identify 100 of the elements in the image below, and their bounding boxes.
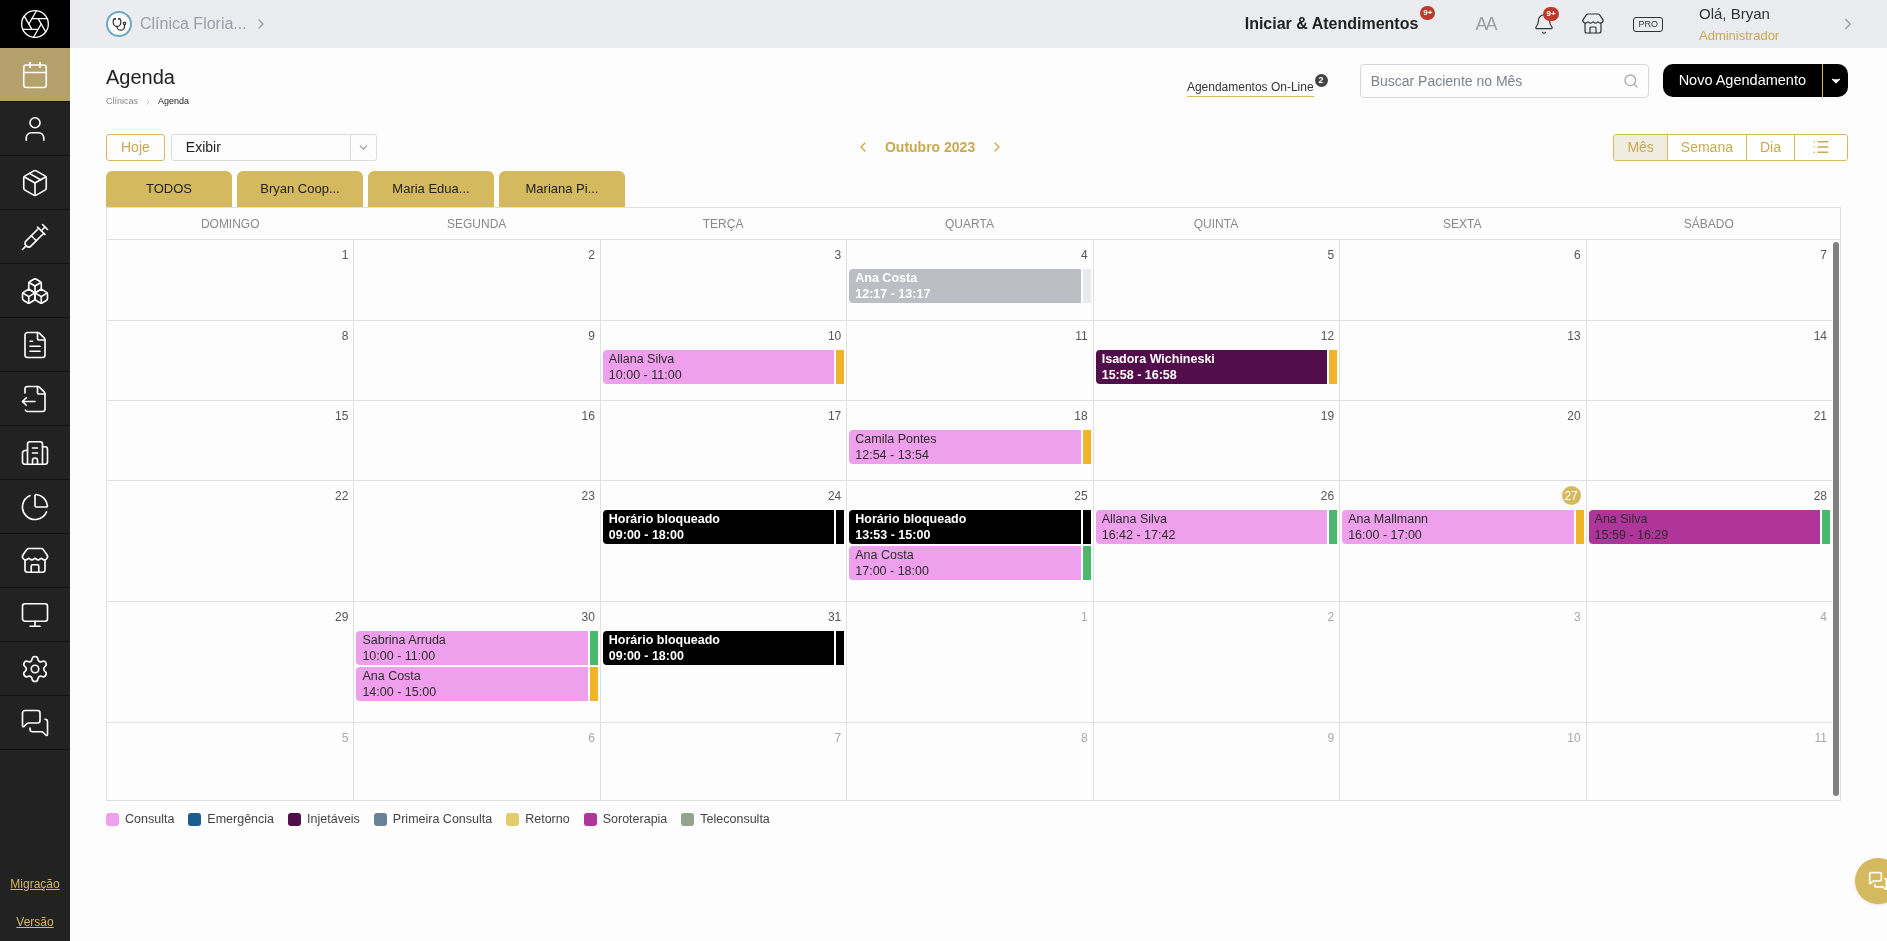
pie-chart-icon bbox=[20, 491, 50, 522]
appointment-title: Ana Costa bbox=[855, 547, 915, 563]
legend-label: Retorno bbox=[525, 811, 570, 828]
day-number: 6 bbox=[1573, 246, 1581, 264]
breadcrumb-item: Agenda bbox=[158, 95, 190, 108]
appointment-card[interactable]: Horário bloqueado 09:00 - 18:00 bbox=[602, 510, 845, 544]
clinic-logo-icon bbox=[106, 11, 132, 37]
appointment-time: 12:17 - 13:17 bbox=[855, 286, 932, 302]
sidebar-link[interactable]: Versão bbox=[16, 913, 54, 931]
day-number: 28 bbox=[1813, 487, 1827, 505]
appointment-card[interactable]: Sabrina Arruda 10:00 - 11:00 bbox=[356, 631, 598, 665]
day-number: 10 bbox=[1567, 729, 1581, 747]
day-number: 22 bbox=[335, 487, 349, 505]
day-number: 1 bbox=[341, 246, 349, 264]
day-number: 18 bbox=[1074, 407, 1088, 425]
appointment-time: 16:00 - 17:00 bbox=[1348, 527, 1423, 543]
appointment-card[interactable]: Ana Costa 14:00 - 15:00 bbox=[356, 667, 598, 701]
weekday-header: QUARTA bbox=[945, 215, 994, 233]
day-number: 8 bbox=[341, 327, 349, 345]
notification-badge: 9+ bbox=[1420, 6, 1436, 20]
appointment-time: 10:00 - 11:00 bbox=[608, 367, 683, 383]
weekday-header: SEGUNDA bbox=[446, 215, 507, 233]
search-field[interactable]: Buscar Paciente no Mês bbox=[1359, 64, 1649, 98]
weekday-header: SÁBADO bbox=[1683, 215, 1734, 233]
day-number: 3 bbox=[1573, 608, 1581, 626]
legend-label: Emergência bbox=[207, 811, 275, 828]
day-number: 29 bbox=[335, 608, 349, 626]
user-greeting: Olá, Bryan bbox=[1699, 4, 1771, 24]
day-number: 10 bbox=[827, 327, 842, 345]
appointment-title: Allana Silva bbox=[1101, 511, 1169, 527]
start-attendance-button[interactable]: Iniciar & Atendimentos bbox=[1244, 12, 1419, 36]
day-number: 15 bbox=[335, 407, 349, 425]
appointment-card[interactable]: Horário bloqueado 13:53 - 15:00 bbox=[849, 510, 1091, 544]
appointment-title: Ana Silva bbox=[1594, 511, 1649, 527]
store-icon bbox=[20, 545, 50, 576]
month-title: Outubro 2023 bbox=[884, 137, 976, 157]
appointment-card[interactable]: Ana Mallmann 16:00 - 17:00 bbox=[1342, 510, 1584, 544]
online-bookings-link[interactable]: Agendamentos On-Line bbox=[1186, 78, 1314, 97]
day-number: 23 bbox=[581, 487, 595, 505]
appointment-card[interactable]: Isadora Wichineski 15:58 - 16:58 bbox=[1095, 350, 1338, 384]
appointment-card[interactable]: Camila Pontes 12:54 - 13:54 bbox=[849, 430, 1091, 464]
appointment-time: 17:00 - 18:00 bbox=[855, 563, 930, 579]
appointment-time: 15:59 - 16:29 bbox=[1594, 527, 1670, 543]
scrollbar[interactable] bbox=[1833, 242, 1839, 796]
count-badge: 2 bbox=[1314, 74, 1328, 87]
day-number: 25 bbox=[1074, 487, 1088, 505]
day-number: 17 bbox=[827, 407, 842, 425]
day-number: 4 bbox=[1820, 608, 1827, 626]
professional-tab[interactable]: Mariana Pi... bbox=[499, 171, 625, 207]
appointment-title: Horário bloqueado bbox=[608, 511, 721, 527]
weekday-header: SEXTA bbox=[1443, 215, 1482, 233]
breadcrumb-item[interactable]: Clínicas bbox=[106, 95, 138, 109]
chat-icon bbox=[1868, 871, 1887, 891]
syringe-icon bbox=[20, 221, 50, 252]
sidebar-link[interactable]: Migração bbox=[10, 875, 60, 893]
day-number: 31 bbox=[827, 608, 842, 626]
list-icon bbox=[1812, 138, 1830, 156]
day-number: 21 bbox=[1813, 407, 1827, 425]
settings-icon bbox=[20, 653, 50, 684]
day-number: 2 bbox=[588, 246, 595, 264]
page-title: Agenda bbox=[106, 65, 176, 90]
weekday-header: DOMINGO bbox=[200, 215, 260, 233]
logo-icon[interactable] bbox=[19, 8, 51, 40]
appointment-card[interactable]: Allana Silva 10:00 - 11:00 bbox=[602, 350, 845, 384]
appointment-time: 16:42 - 17:42 bbox=[1101, 527, 1177, 543]
professional-tab[interactable]: Maria Edua... bbox=[368, 171, 494, 207]
plan-badge: PRO bbox=[1633, 16, 1663, 32]
appointment-time: 09:00 - 18:00 bbox=[608, 648, 685, 664]
day-number: 19 bbox=[1320, 407, 1335, 425]
chevron-icon bbox=[144, 97, 152, 106]
appointment-title: Horário bloqueado bbox=[855, 511, 968, 527]
weekday-header: QUINTA bbox=[1193, 215, 1239, 233]
appointment-title: Ana Costa bbox=[362, 668, 422, 684]
legend-label: Injetáveis bbox=[307, 811, 360, 828]
professional-tab[interactable]: Bryan Coop... bbox=[237, 171, 363, 207]
day-number: 26 bbox=[1320, 487, 1335, 505]
day-number: 5 bbox=[1327, 246, 1335, 264]
professional-tab[interactable]: TODOS bbox=[106, 171, 232, 207]
appointment-card[interactable]: Ana Costa 17:00 - 18:00 bbox=[849, 546, 1091, 580]
appointment-card[interactable]: Horário bloqueado 09:00 - 18:00 bbox=[602, 631, 845, 665]
today-date-badge: 27 bbox=[1561, 486, 1581, 505]
day-number: 4 bbox=[1081, 246, 1088, 264]
appointment-time: 10:00 - 11:00 bbox=[362, 648, 437, 664]
day-number: 14 bbox=[1813, 327, 1827, 345]
day-number: 12 bbox=[1320, 327, 1335, 345]
bell-icon[interactable] bbox=[1533, 13, 1556, 35]
appointment-time: 13:53 - 15:00 bbox=[855, 527, 932, 543]
day-number: 6 bbox=[588, 729, 595, 747]
weekday-header: TERÇA bbox=[702, 215, 744, 233]
day-number: 9 bbox=[1327, 729, 1335, 747]
day-number: 24 bbox=[827, 487, 842, 505]
appointment-title: Sabrina Arruda bbox=[362, 632, 447, 648]
boxes-icon bbox=[20, 275, 50, 306]
display-select[interactable]: Exibir bbox=[170, 133, 377, 161]
store-icon[interactable] bbox=[1581, 12, 1606, 36]
appointment-title: Ana Mallmann bbox=[1348, 511, 1430, 527]
day-number: 11 bbox=[1814, 729, 1827, 747]
appointment-card[interactable]: Allana Silva 16:42 - 17:42 bbox=[1095, 510, 1338, 544]
legend-label: Soroterapia bbox=[602, 811, 668, 828]
day-number: 7 bbox=[1820, 246, 1827, 264]
